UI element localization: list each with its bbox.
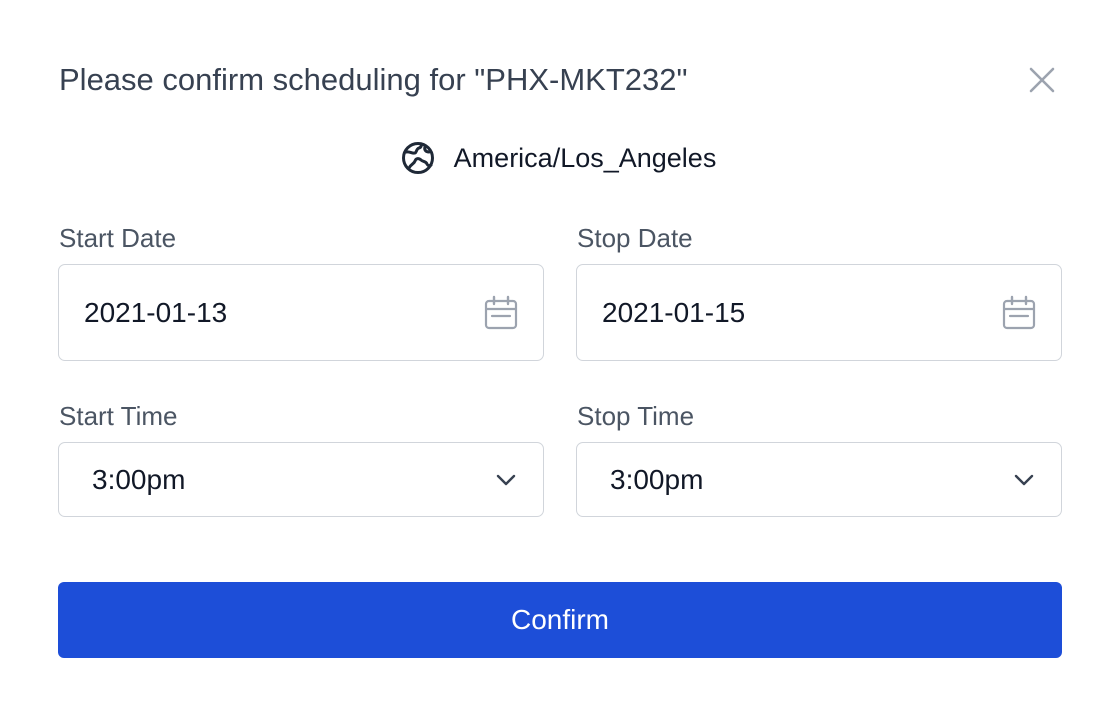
- start-time-select[interactable]: 3:00pm: [58, 442, 544, 517]
- timezone-label: America/Los_Angeles: [453, 142, 717, 173]
- chevron-down-icon: [1013, 473, 1035, 487]
- schedule-confirm-dialog: Please confirm scheduling for "PHX-MKT23…: [0, 0, 1116, 708]
- start-date-label: Start Date: [59, 223, 177, 253]
- dialog-title: Please confirm scheduling for "PHX-MKT23…: [59, 62, 688, 97]
- stop-date-input[interactable]: 2021-01-15: [576, 264, 1062, 361]
- confirm-button[interactable]: Confirm: [58, 582, 1062, 658]
- start-time-label: Start Time: [59, 401, 178, 431]
- start-date-input[interactable]: 2021-01-13: [58, 264, 544, 361]
- globe-icon: [400, 140, 436, 176]
- stop-time-select[interactable]: 3:00pm: [576, 442, 1062, 517]
- calendar-icon[interactable]: [483, 295, 519, 331]
- stop-time-label: Stop Time: [577, 401, 695, 431]
- calendar-icon[interactable]: [1001, 295, 1037, 331]
- chevron-down-icon: [495, 473, 517, 487]
- timezone-display: America/Los_Angeles: [0, 138, 1116, 178]
- stop-time-value: 3:00pm: [610, 463, 704, 495]
- stop-date-value: 2021-01-15: [602, 296, 746, 328]
- close-button[interactable]: [1022, 60, 1062, 100]
- close-icon: [1028, 66, 1056, 94]
- start-time-value: 3:00pm: [92, 463, 186, 495]
- stop-date-label: Stop Date: [577, 223, 693, 253]
- start-date-value: 2021-01-13: [84, 296, 228, 328]
